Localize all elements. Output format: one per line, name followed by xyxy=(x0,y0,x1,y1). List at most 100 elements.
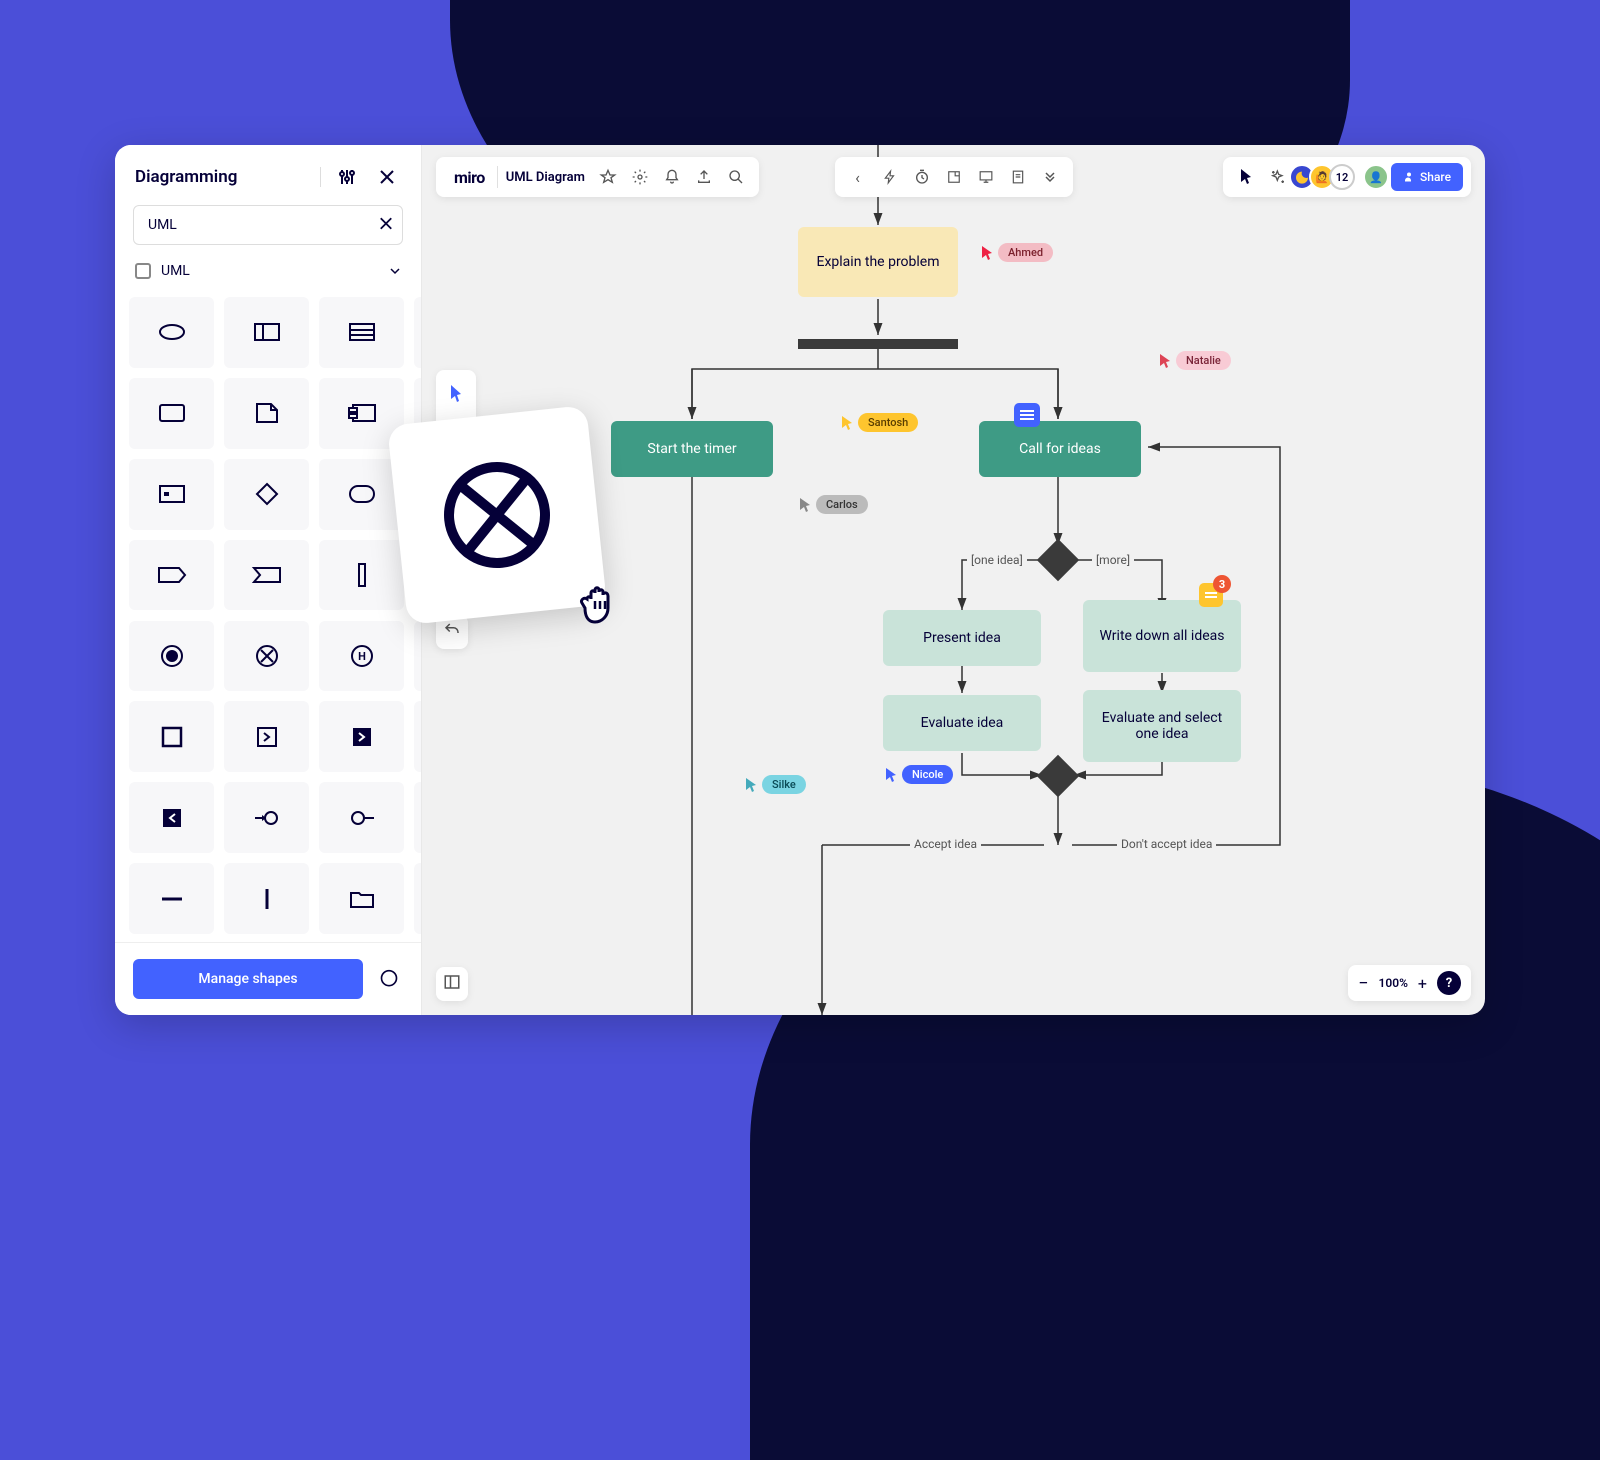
more-icon[interactable] xyxy=(1035,162,1065,192)
participant-count[interactable]: 12 xyxy=(1329,164,1355,190)
shape-bar-vert[interactable] xyxy=(319,540,404,611)
dragged-shape-preview[interactable] xyxy=(387,405,607,625)
shape-connector-out[interactable] xyxy=(319,782,404,853)
timer-icon[interactable] xyxy=(907,162,937,192)
cursor-label: Natalie xyxy=(1176,351,1231,370)
comment-with-count-icon[interactable]: 3 xyxy=(1199,583,1223,607)
sticky-icon[interactable] xyxy=(939,162,969,192)
node-evaluate-idea[interactable]: Evaluate idea xyxy=(883,695,1041,751)
search-input-wrap xyxy=(133,205,403,245)
cursor-label: Nicole xyxy=(902,765,953,784)
shape-note[interactable] xyxy=(224,378,309,449)
right-tools: 🙋 12 👤 Share xyxy=(1223,157,1471,197)
shape-class[interactable] xyxy=(224,297,309,368)
sidebar: Diagramming UML xyxy=(115,145,422,1015)
shape-line[interactable] xyxy=(129,863,214,934)
chat-icon[interactable] xyxy=(375,965,403,993)
divider xyxy=(320,167,321,187)
close-icon[interactable] xyxy=(373,163,401,191)
search-icon[interactable] xyxy=(721,162,751,192)
shape-card[interactable] xyxy=(414,297,421,368)
shape-flow-left[interactable] xyxy=(414,701,421,772)
shape-ellipse[interactable] xyxy=(129,297,214,368)
bell-icon[interactable] xyxy=(657,162,687,192)
shape-table[interactable] xyxy=(319,297,404,368)
share-button[interactable]: Share xyxy=(1391,163,1463,191)
avatar-self[interactable]: 👤 xyxy=(1363,164,1389,190)
edge-label-accept: Accept idea xyxy=(910,837,981,851)
star-icon[interactable] xyxy=(593,162,623,192)
select-tool-icon[interactable] xyxy=(440,378,472,410)
canvas-area[interactable]: miro UML Diagram ‹ xyxy=(422,145,1485,1015)
chevron-down-icon xyxy=(389,265,401,277)
shape-signal-recv[interactable] xyxy=(224,540,309,611)
export-icon[interactable] xyxy=(689,162,719,192)
frames-icon[interactable] xyxy=(436,967,468,1001)
node-call-ideas[interactable]: Call for ideas xyxy=(979,421,1141,477)
shape-object[interactable] xyxy=(129,459,214,530)
shape-terminate[interactable] xyxy=(224,621,309,692)
share-label: Share xyxy=(1420,170,1451,184)
shape-folder-tab[interactable] xyxy=(414,863,421,934)
svg-text:H: H xyxy=(358,650,366,663)
header-doc-group: miro UML Diagram xyxy=(436,157,759,197)
cursor-label: Ahmed xyxy=(998,243,1053,262)
participant-avatars[interactable]: 🙋 12 xyxy=(1295,164,1355,190)
cursor-label: Silke xyxy=(762,775,806,794)
grab-cursor-icon xyxy=(577,575,633,629)
shape-empty2[interactable] xyxy=(414,621,421,692)
help-icon[interactable]: ? xyxy=(1437,971,1461,995)
shape-exit[interactable] xyxy=(129,701,214,772)
settings-icon[interactable] xyxy=(333,163,361,191)
shape-flow-right-fill[interactable] xyxy=(319,701,404,772)
sidebar-title: Diagramming xyxy=(135,167,308,187)
zoom-out-button[interactable]: − xyxy=(1358,973,1368,994)
category-label: UML xyxy=(161,263,379,279)
shape-folder[interactable] xyxy=(319,863,404,934)
cursor-label: Carlos xyxy=(816,495,868,514)
cursor-icon[interactable] xyxy=(1231,162,1261,192)
checkbox-icon[interactable] xyxy=(135,263,151,279)
category-row-uml[interactable]: UML xyxy=(115,257,421,289)
shape-signal-send[interactable] xyxy=(129,540,214,611)
cursor-carlos: Carlos xyxy=(800,495,868,514)
edge-label-dont-accept: Don't accept idea xyxy=(1117,837,1216,851)
shape-history[interactable]: H xyxy=(319,621,404,692)
cursor-natalie: Natalie xyxy=(1160,351,1231,370)
cursor-label: Santosh xyxy=(858,413,918,432)
shape-initial[interactable] xyxy=(129,621,214,692)
app-window: Diagramming UML xyxy=(115,145,1485,1015)
node-write-down[interactable]: Write down all ideas xyxy=(1083,600,1241,672)
node-start-timer[interactable]: Start the timer xyxy=(611,421,773,477)
node-evaluate-select[interactable]: Evaluate and select one idea xyxy=(1083,690,1241,762)
list-icon[interactable] xyxy=(1003,162,1033,192)
shape-flow-right[interactable] xyxy=(224,701,309,772)
shape-decision[interactable] xyxy=(224,459,309,530)
chevron-left-icon[interactable]: ‹ xyxy=(843,162,873,192)
shape-line-vert[interactable] xyxy=(224,863,309,934)
shapes-grid: H xyxy=(115,289,421,942)
document-name[interactable]: UML Diagram xyxy=(500,170,591,185)
cursor-santosh: Santosh xyxy=(842,413,918,432)
edge-label-more: [more] xyxy=(1092,553,1134,567)
shape-rect[interactable] xyxy=(129,378,214,449)
cursor-silke: Silke xyxy=(746,775,806,794)
comment-count-badge: 3 xyxy=(1213,575,1231,593)
gear-icon[interactable] xyxy=(625,162,655,192)
shape-connector-in[interactable] xyxy=(224,782,309,853)
shape-flow-left-fill[interactable] xyxy=(129,782,214,853)
present-icon[interactable] xyxy=(971,162,1001,192)
comment-icon[interactable] xyxy=(1014,403,1040,427)
sync-bar[interactable] xyxy=(798,339,958,349)
shape-arc[interactable] xyxy=(414,782,421,853)
manage-shapes-button[interactable]: Manage shapes xyxy=(133,959,363,999)
zoom-in-button[interactable]: + xyxy=(1418,974,1427,993)
search-input[interactable] xyxy=(133,205,403,245)
cursor-ahmed: Ahmed xyxy=(982,243,1053,262)
node-present-idea[interactable]: Present idea xyxy=(883,610,1041,666)
bolt-icon[interactable] xyxy=(875,162,905,192)
miro-logo[interactable]: miro xyxy=(444,168,495,187)
clear-search-icon[interactable] xyxy=(379,216,393,235)
node-explain-problem[interactable]: Explain the problem xyxy=(798,227,958,297)
zoom-value: 100% xyxy=(1379,976,1408,990)
